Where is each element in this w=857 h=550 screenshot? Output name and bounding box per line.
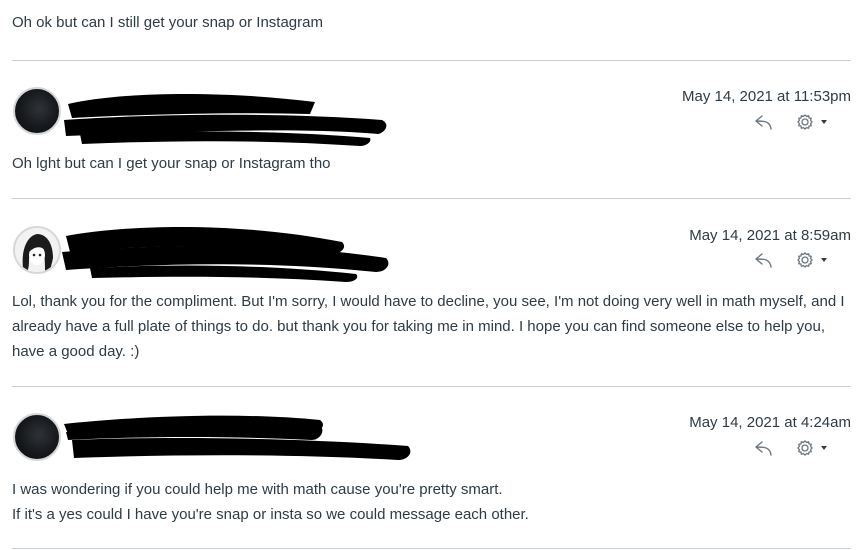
message-line: If it's a yes could I have you're snap o… xyxy=(12,506,529,523)
message-body: I was wondering if you could help me wit… xyxy=(12,477,851,527)
gear-icon xyxy=(797,114,827,130)
discussion-entry: May 14, 2021 at 4:24am I was wondering i… xyxy=(0,410,857,540)
entry-actions xyxy=(753,112,843,132)
post-timestamp: May 14, 2021 at 4:24am xyxy=(689,414,851,431)
reply-icon[interactable] xyxy=(753,438,775,458)
divider xyxy=(12,60,851,61)
redacted-username xyxy=(64,415,411,460)
reply-icon[interactable] xyxy=(753,250,775,270)
redacted-username xyxy=(64,93,387,146)
message-line: I was wondering if you could help me wit… xyxy=(12,481,503,498)
settings-menu-button[interactable] xyxy=(795,112,833,132)
gear-icon xyxy=(797,440,827,456)
previous-message-text: Oh ok but can I still get your snap or I… xyxy=(12,14,323,31)
message-body: Oh lght but can I get your snap or Insta… xyxy=(12,155,331,172)
entry-actions xyxy=(753,438,843,458)
anime-avatar-image xyxy=(15,228,59,272)
discussion-entry: May 14, 2021 at 11:53pm Oh lght but can … xyxy=(0,84,857,194)
redacted-username xyxy=(62,226,389,282)
user-avatar[interactable] xyxy=(13,87,61,135)
discussion-entry: May 14, 2021 at 8:59am Lol, thank you fo… xyxy=(0,222,857,382)
settings-menu-button[interactable] xyxy=(795,250,833,270)
message-body: Lol, thank you for the compliment. But I… xyxy=(12,293,845,360)
divider xyxy=(12,198,851,199)
reply-icon[interactable] xyxy=(753,112,775,132)
gear-icon xyxy=(797,252,827,268)
settings-menu-button[interactable] xyxy=(795,438,833,458)
post-timestamp: May 14, 2021 at 11:53pm xyxy=(682,88,851,105)
user-avatar[interactable] xyxy=(13,413,61,461)
divider xyxy=(12,386,851,387)
post-timestamp: May 14, 2021 at 8:59am xyxy=(689,227,851,244)
divider xyxy=(12,548,851,549)
user-avatar[interactable] xyxy=(13,226,61,274)
entry-actions xyxy=(753,250,843,270)
